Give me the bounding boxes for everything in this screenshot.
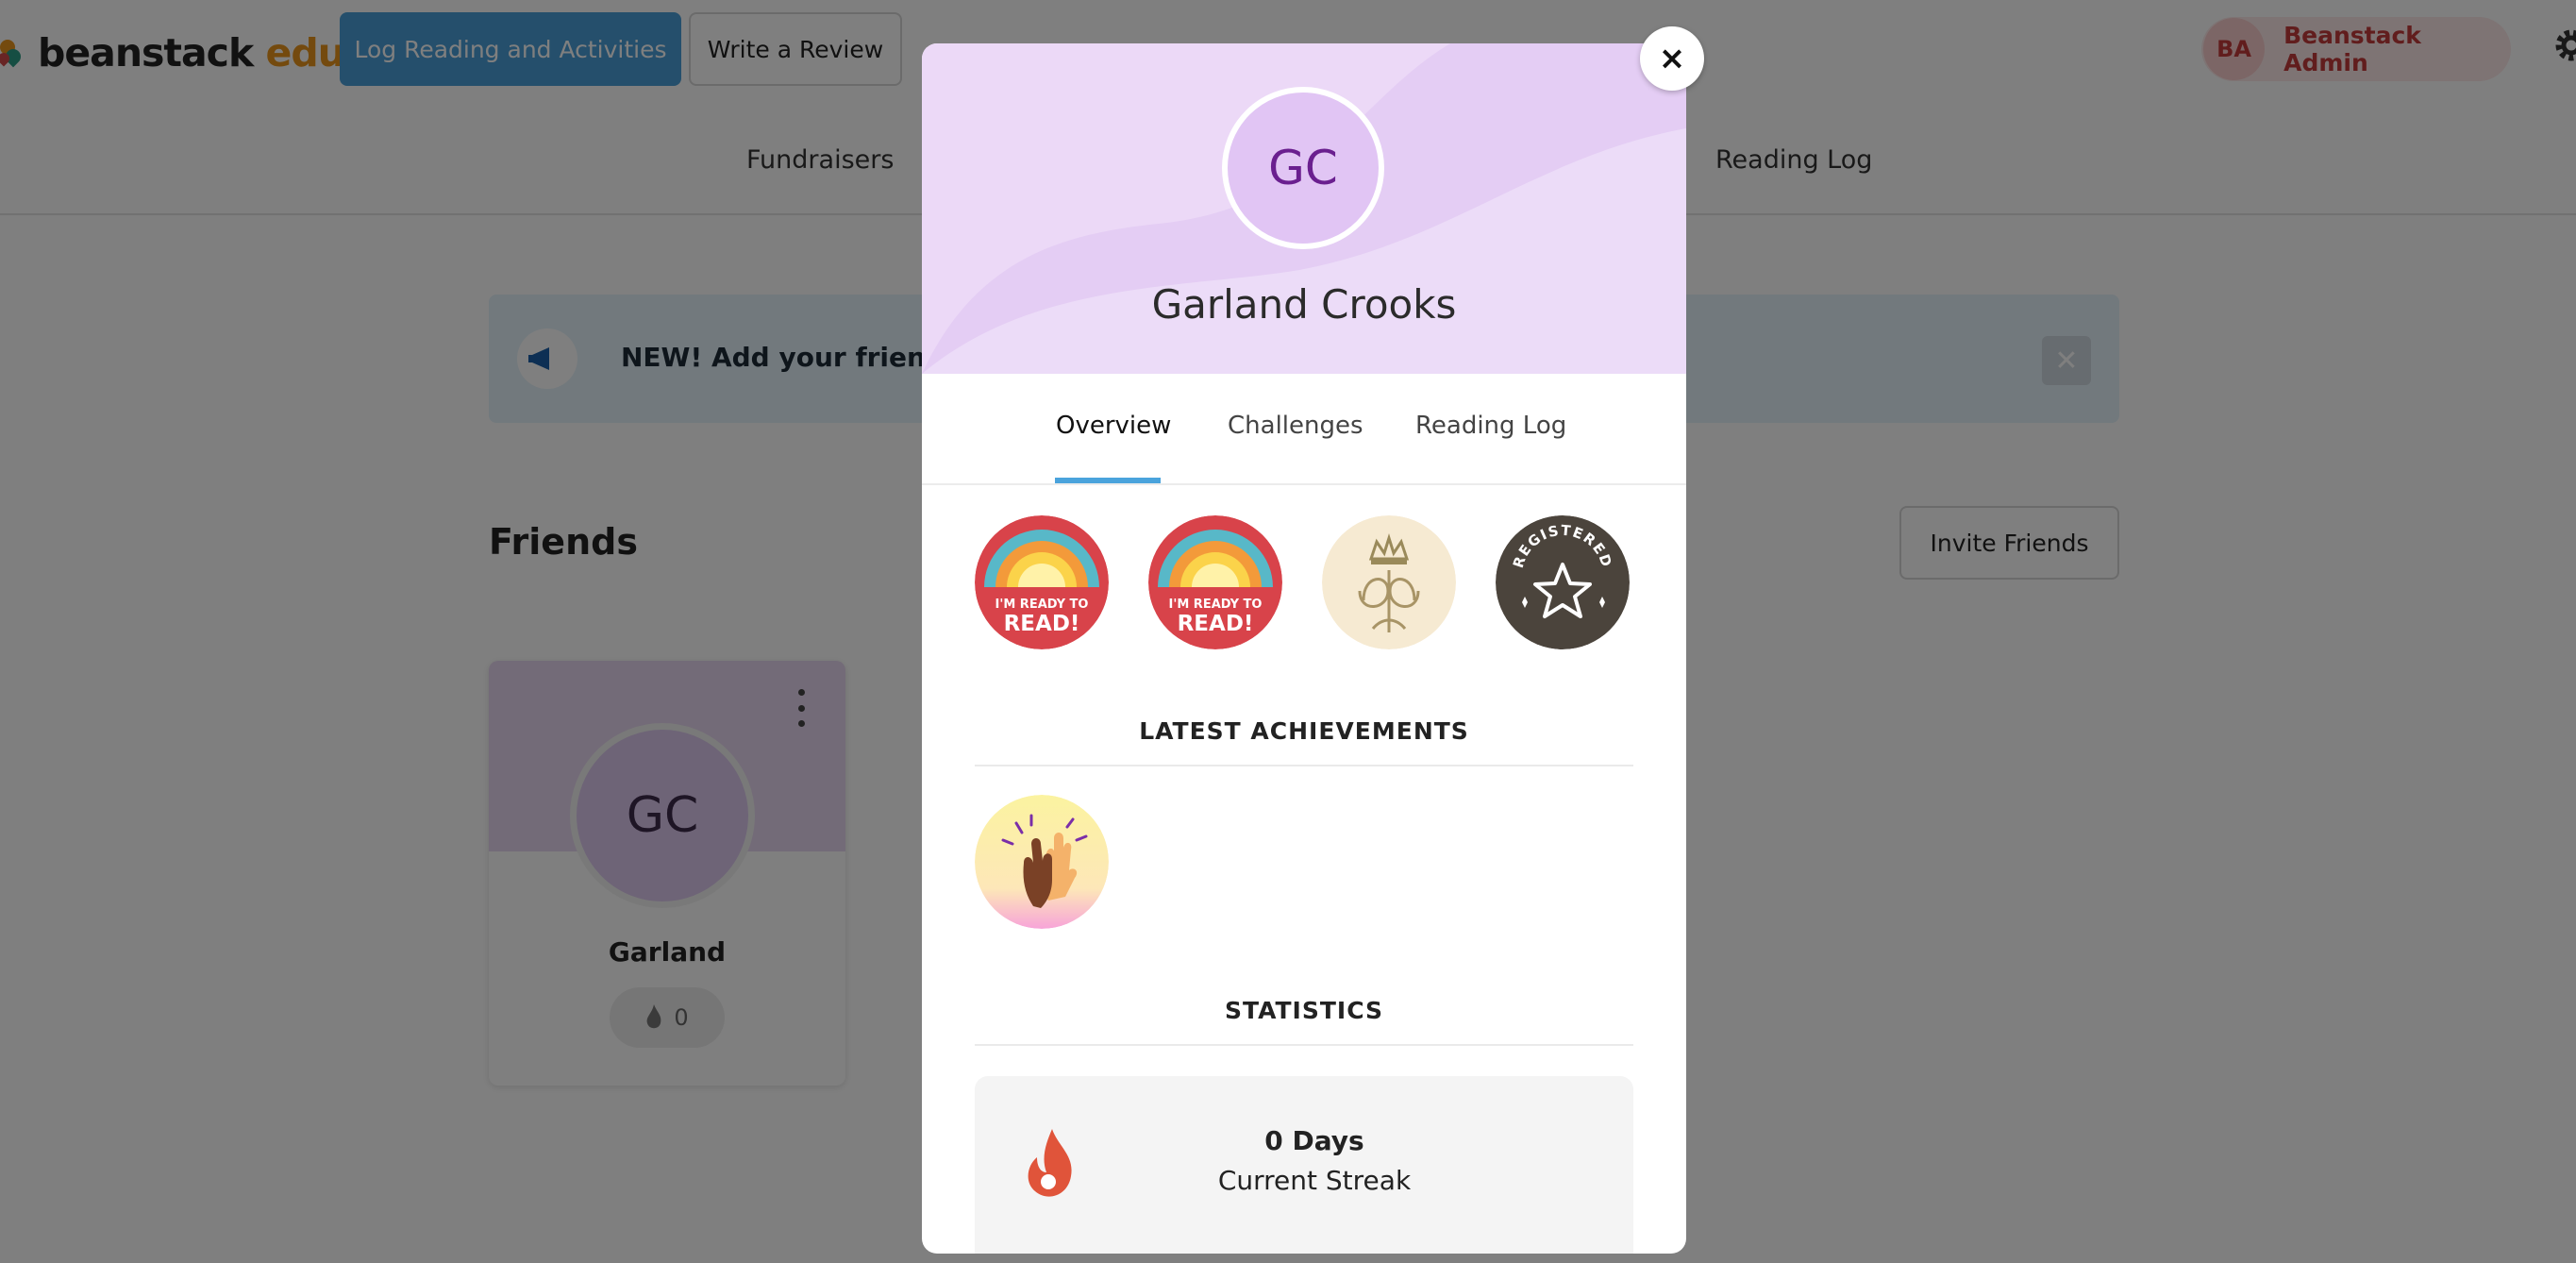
crown-monogram-badge[interactable] bbox=[1322, 515, 1456, 649]
ready-to-read-badge[interactable]: I'M READY TO READ! bbox=[975, 515, 1109, 649]
registered-star-badge[interactable]: REGISTERED bbox=[1496, 515, 1630, 649]
current-streak-stat: 0 Days Current Streak bbox=[975, 1076, 1633, 1254]
ready-to-read-badge[interactable]: I'M READY TO READ! bbox=[1148, 515, 1282, 649]
profile-name: Garland Crooks bbox=[1151, 281, 1457, 328]
badge-row: I'M READY TO READ! I'M READY TO READ! RE… bbox=[975, 515, 1635, 651]
divider bbox=[975, 765, 1633, 766]
svg-text:READ!: READ! bbox=[1178, 612, 1254, 636]
profile-header: GC Garland Crooks bbox=[922, 43, 1686, 374]
close-modal-button[interactable]: × bbox=[1640, 26, 1704, 91]
divider bbox=[975, 1044, 1633, 1046]
streak-label: Current Streak bbox=[1217, 1165, 1412, 1196]
tab-reading-log[interactable]: Reading Log bbox=[1415, 412, 1566, 440]
streak-value: 0 Days bbox=[1264, 1125, 1364, 1156]
tab-challenges[interactable]: Challenges bbox=[1228, 412, 1363, 440]
latest-achievements-heading: LATEST ACHIEVEMENTS bbox=[1139, 717, 1469, 745]
statistics-heading: STATISTICS bbox=[1224, 997, 1384, 1024]
friend-profile-modal: GC Garland Crooks Overview Challenges Re… bbox=[922, 43, 1686, 1254]
svg-text:I'M READY TO: I'M READY TO bbox=[1169, 598, 1263, 612]
svg-text:I'M READY TO: I'M READY TO bbox=[995, 598, 1089, 612]
high-five-badge[interactable] bbox=[975, 795, 1109, 929]
active-tab-indicator bbox=[1055, 478, 1161, 483]
tab-overview[interactable]: Overview bbox=[1056, 412, 1171, 440]
flame-icon bbox=[1028, 1129, 1072, 1197]
profile-tabs: Overview Challenges Reading Log bbox=[922, 374, 1686, 485]
profile-avatar: GC bbox=[1222, 87, 1384, 249]
svg-text:READ!: READ! bbox=[1004, 612, 1080, 636]
